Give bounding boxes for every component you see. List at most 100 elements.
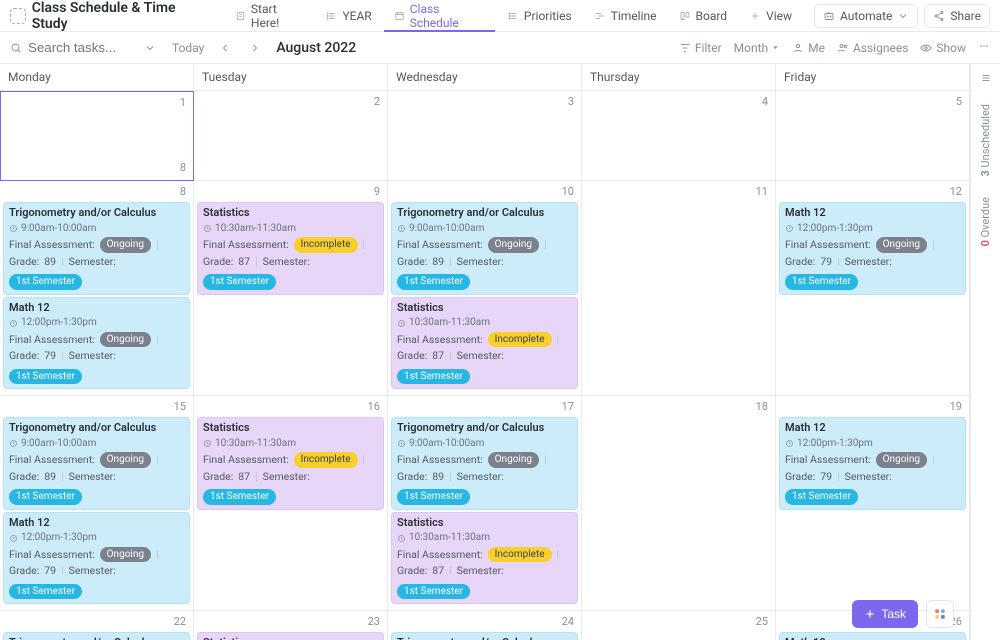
- grade-label: Grade:: [397, 564, 427, 578]
- calendar-event[interactable]: Trigonometry and/or Calculus 9:00am-10:0…: [391, 417, 578, 510]
- tab-label: Timeline: [611, 9, 657, 23]
- share-button[interactable]: Share: [924, 4, 990, 28]
- event-title: Math 12: [9, 516, 184, 531]
- assessment-label: Final Assessment:: [397, 453, 483, 467]
- automate-label: Automate: [840, 9, 892, 23]
- plus-icon: [749, 10, 761, 22]
- dots-icon: [978, 40, 990, 52]
- day-cell[interactable]: 19 Math 12 12:00pm-1:30pm Final Assessme…: [776, 396, 970, 611]
- tab-view[interactable]: View: [739, 0, 802, 31]
- grade-value: 89: [44, 470, 56, 484]
- assessment-badge: Ongoing: [488, 237, 539, 253]
- event-time: 9:00am-10:00am: [9, 222, 184, 236]
- calendar-event[interactable]: Statistics 10:30am-11:30am Final Assessm…: [391, 297, 578, 390]
- day-cell[interactable]: 15 Trigonometry and/or Calculus 9:00am-1…: [0, 396, 194, 611]
- tab-year[interactable]: YEAR: [315, 0, 381, 31]
- calendar-event[interactable]: Math 12 12:00pm-1:30pm Final Assessment:…: [779, 417, 966, 510]
- grade-value: 87: [238, 470, 250, 484]
- tab-priorities[interactable]: Priorities: [497, 0, 582, 31]
- day-cell[interactable]: 17 Trigonometry and/or Calculus 9:00am-1…: [388, 396, 582, 611]
- more-menu[interactable]: [978, 40, 990, 55]
- event-time: 10:30am-11:30am: [397, 316, 572, 330]
- day-cell[interactable]: 18: [0, 91, 194, 181]
- day-cell[interactable]: 9 Statistics 10:30am-11:30am Final Asses…: [194, 181, 388, 396]
- date-number: 9: [197, 183, 384, 200]
- grade-label: Grade:: [9, 564, 39, 578]
- calendar-event[interactable]: Trigonometry and/or Calculus 9:00am-10:0…: [391, 202, 578, 295]
- tab-class-schedule[interactable]: Class Schedule: [384, 0, 495, 31]
- chevron-down-icon[interactable]: [144, 42, 156, 54]
- weekday-header: MondayTuesdayWednesdayThursdayFriday: [0, 64, 970, 91]
- range-dropdown[interactable]: Month: [734, 41, 780, 55]
- semester-label: Semester:: [69, 349, 116, 363]
- date-number: 18: [4, 94, 190, 176]
- calendar-event[interactable]: Statistics 10:30am-11:30am Final Assessm…: [197, 417, 384, 510]
- prev-month-button[interactable]: [216, 39, 234, 57]
- day-cell[interactable]: 10 Trigonometry and/or Calculus 9:00am-1…: [388, 181, 582, 396]
- day-cell[interactable]: 25: [582, 611, 776, 640]
- assignees-filter[interactable]: Assignees: [837, 41, 908, 55]
- date-number: 2: [197, 93, 384, 110]
- day-cell[interactable]: 2: [194, 91, 388, 181]
- calendar-event[interactable]: Statistics 10:30am-11:30am Final Assessm…: [391, 512, 578, 605]
- calendar-event[interactable]: Trigonometry and/or Calculus 9:00am-10:0…: [391, 632, 578, 640]
- next-month-button[interactable]: [246, 39, 264, 57]
- search-input[interactable]: [28, 40, 138, 55]
- day-cell[interactable]: 22 Trigonometry and/or Calculus 9:00am-1…: [0, 611, 194, 640]
- semester-label: Semester:: [69, 564, 116, 578]
- tab-timeline[interactable]: Timeline: [584, 0, 667, 31]
- event-time: 10:30am-11:30am: [203, 437, 378, 451]
- filter-button[interactable]: Filter: [679, 41, 722, 55]
- tab-board[interactable]: Board: [669, 0, 738, 31]
- day-cell[interactable]: 16 Statistics 10:30am-11:30am Final Asse…: [194, 396, 388, 611]
- new-task-button[interactable]: Task: [852, 600, 918, 628]
- calendar-event[interactable]: Math 12 12:00pm-1:30pm Final Assessment:…: [779, 632, 966, 640]
- show-menu[interactable]: Show: [920, 41, 966, 55]
- plus-icon: [864, 608, 876, 620]
- event-time: 12:00pm-1:30pm: [785, 437, 960, 451]
- assessment-label: Final Assessment:: [785, 238, 871, 252]
- tab-start-here-[interactable]: Start Here!: [225, 0, 314, 31]
- timeline-icon: [594, 10, 606, 22]
- calendar-event[interactable]: Statistics 10:30am-11:30am Final Assessm…: [197, 632, 384, 640]
- calendar-event[interactable]: Trigonometry and/or Calculus 9:00am-10:0…: [3, 417, 190, 510]
- list-toggle-icon[interactable]: [980, 72, 992, 84]
- assessment-badge: Ongoing: [100, 547, 151, 563]
- calendar-event[interactable]: Math 12 12:00pm-1:30pm Final Assessment:…: [3, 297, 190, 390]
- semester-badge: 1st Semester: [785, 274, 858, 290]
- date-number: 25: [585, 613, 772, 630]
- me-filter[interactable]: Me: [792, 41, 825, 55]
- calendar-event[interactable]: Statistics 10:30am-11:30am Final Assessm…: [197, 202, 384, 295]
- apps-button[interactable]: [926, 600, 954, 628]
- tab-label: Board: [696, 9, 728, 23]
- automate-button[interactable]: Automate: [814, 4, 918, 28]
- grade-value: 87: [432, 349, 444, 363]
- tab-label: Priorities: [524, 9, 572, 23]
- weekday-heading: Tuesday: [194, 64, 388, 90]
- unscheduled-rail[interactable]: 3 Unscheduled: [979, 104, 992, 177]
- date-number: 19: [779, 398, 966, 415]
- semester-label: Semester:: [457, 349, 504, 363]
- today-button[interactable]: Today: [172, 41, 204, 55]
- day-cell[interactable]: 12 Math 12 12:00pm-1:30pm Final Assessme…: [776, 181, 970, 396]
- date-number: 16: [197, 398, 384, 415]
- day-cell[interactable]: 24 Trigonometry and/or Calculus 9:00am-1…: [388, 611, 582, 640]
- day-cell[interactable]: 5: [776, 91, 970, 181]
- calendar-event[interactable]: Math 12 12:00pm-1:30pm Final Assessment:…: [779, 202, 966, 295]
- calendar: MondayTuesdayWednesdayThursdayFriday 182…: [0, 64, 970, 640]
- calendar-event[interactable]: Math 12 12:00pm-1:30pm Final Assessment:…: [3, 512, 190, 605]
- assessment-label: Final Assessment:: [9, 453, 95, 467]
- filter-icon: [679, 42, 691, 54]
- day-cell[interactable]: 18: [582, 396, 776, 611]
- day-cell[interactable]: 23 Statistics 10:30am-11:30am Final Asse…: [194, 611, 388, 640]
- grade-label: Grade:: [397, 470, 427, 484]
- day-cell[interactable]: 11: [582, 181, 776, 396]
- calendar-event[interactable]: Trigonometry and/or Calculus 9:00am-10:0…: [3, 202, 190, 295]
- calendar-event[interactable]: Trigonometry and/or Calculus 9:00am-10:0…: [3, 632, 190, 640]
- overdue-rail[interactable]: 0 Overdue: [979, 197, 992, 246]
- semester-label: Semester:: [845, 255, 892, 269]
- day-cell[interactable]: 3: [388, 91, 582, 181]
- day-cell[interactable]: 8 Trigonometry and/or Calculus 9:00am-10…: [0, 181, 194, 396]
- semester-badge: 1st Semester: [203, 489, 276, 505]
- day-cell[interactable]: 4: [582, 91, 776, 181]
